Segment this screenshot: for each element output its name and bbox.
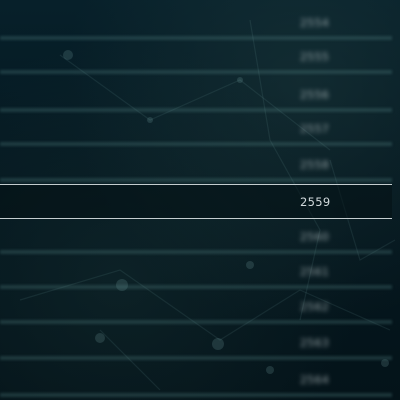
picker-row[interactable]: 2558 [0, 148, 392, 182]
row-divider [0, 178, 392, 182]
row-divider [0, 320, 392, 324]
selection-bottom-line [0, 218, 392, 219]
row-divider [0, 285, 392, 289]
row-divider [0, 250, 392, 254]
picker-row[interactable]: 2563 [0, 326, 392, 360]
row-divider [0, 356, 392, 360]
picker-row-value: 2562 [300, 300, 330, 314]
picker-row-value: 2555 [300, 50, 330, 64]
selected-year-value: 2559 [300, 195, 331, 209]
picker-row[interactable]: 2562 [0, 290, 392, 324]
picker-row[interactable]: 2561 [0, 255, 392, 289]
row-divider [0, 393, 392, 397]
picker-row[interactable]: 2557 [0, 112, 392, 146]
picker-row[interactable]: 2554 [0, 6, 392, 40]
picker-row[interactable]: 2564 [0, 363, 392, 397]
row-divider [0, 70, 392, 74]
picker-row[interactable]: 2555 [0, 40, 392, 74]
year-picker-screen: 2554 2555 2556 2557 2558 2559 2560 2561 [0, 0, 400, 400]
picker-row[interactable]: 2560 [0, 220, 392, 254]
row-divider [0, 142, 392, 146]
picker-row-value: 2563 [300, 336, 330, 350]
picker-row-value: 2560 [300, 230, 330, 244]
picker-row-value: 2564 [300, 373, 330, 387]
selection-top-line [0, 184, 392, 185]
picker-row-value: 2556 [300, 88, 330, 102]
picker-row-value: 2557 [300, 122, 330, 136]
picker-row-value: 2561 [300, 265, 330, 279]
picker-row-value: 2554 [300, 16, 330, 30]
picker-row-selected[interactable]: 2559 [0, 185, 392, 219]
picker-row-value: 2558 [300, 158, 330, 172]
year-wheel-picker[interactable]: 2554 2555 2556 2557 2558 2559 2560 2561 [0, 0, 400, 400]
picker-row[interactable]: 2556 [0, 78, 392, 112]
